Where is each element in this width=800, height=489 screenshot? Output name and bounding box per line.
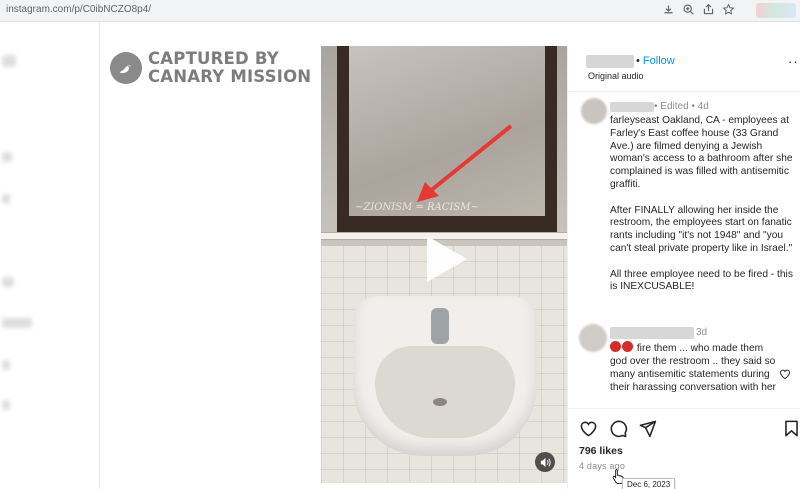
follow-label: Follow <box>642 55 675 67</box>
post-side-panel: • Follow Original audio ··· • Edited • 4… <box>567 46 800 489</box>
date-tooltip: Dec 6, 2023 <box>622 478 676 489</box>
download-icon[interactable] <box>662 3 675 16</box>
sidebar-item-blurred[interactable] <box>2 55 16 67</box>
sidebar-item-blurred[interactable] <box>2 400 10 410</box>
watermark-line-2: CANARY MISSION <box>148 67 312 86</box>
faucet <box>431 308 449 344</box>
comment-bubble-icon[interactable] <box>609 419 628 438</box>
angry-face-emoji-icon <box>610 341 621 352</box>
watermark-line-1: CAPTURED BY <box>148 49 279 68</box>
drain <box>433 398 447 406</box>
sidebar-item-blurred[interactable] <box>2 318 32 328</box>
comment-text: fire them ... who made them god over the… <box>610 343 776 393</box>
red-arrow-annotation <box>417 124 513 202</box>
author-avatar[interactable] <box>581 98 607 124</box>
left-sidebar <box>0 22 100 489</box>
browser-toolbar-icons <box>662 3 735 16</box>
sidebar-item-blurred[interactable] <box>2 277 14 287</box>
caption-paragraph-3: All three employee need to be fired - th… <box>610 268 793 293</box>
like-heart-icon[interactable] <box>579 419 598 438</box>
comment-like-heart-icon[interactable] <box>779 368 791 380</box>
sidebar-item-blurred[interactable] <box>2 152 12 162</box>
save-bookmark-icon[interactable] <box>782 419 800 438</box>
comment-time: 3d <box>696 327 708 338</box>
caption-meta: • Edited • 4d <box>654 101 709 112</box>
more-options-icon[interactable]: ··· <box>788 54 800 69</box>
caption-username-redacted[interactable] <box>610 102 654 112</box>
video-player[interactable]: ~ZIONISM = RACISM~ <box>321 46 567 483</box>
canary-mission-watermark: CAPTURED BY CANARY MISSION <box>110 50 311 86</box>
canary-bird-logo-icon <box>110 52 142 84</box>
browser-profile-avatar[interactable] <box>756 3 796 18</box>
commenter-avatar[interactable] <box>579 324 607 352</box>
browser-address-bar: instagram.com/p/C0ibNCZO8p4/ <box>0 0 800 22</box>
share-paper-plane-icon[interactable] <box>638 419 657 438</box>
sink-basin <box>375 346 515 438</box>
author-username-redacted[interactable] <box>586 55 634 68</box>
likes-count[interactable]: 796 likes <box>579 445 623 457</box>
caption-paragraph-2: After FINALLY allowing her inside the re… <box>610 204 793 254</box>
volume-icon[interactable] <box>535 452 555 472</box>
post-caption: farleyseast Oakland, CA - employees at F… <box>610 115 794 307</box>
post-header: • Follow Original audio ··· <box>568 46 800 92</box>
sidebar-item-blurred[interactable] <box>2 360 10 370</box>
comment-text-container: fire them ... who made them god over the… <box>610 341 780 394</box>
screenshot-root: instagram.com/p/C0ibNCZO8p4/ CAPTURED BY… <box>0 0 800 489</box>
url-text[interactable]: instagram.com/p/C0ibNCZO8p4/ <box>6 4 151 15</box>
post-actions: 796 likes 4 days ago Dec 6, 2023 <box>568 408 800 489</box>
commenter-username-redacted[interactable] <box>610 327 694 339</box>
follow-separator: • <box>636 55 640 67</box>
follow-button[interactable]: • Follow <box>636 55 675 67</box>
angry-face-emoji-icon <box>622 341 633 352</box>
caption-paragraph-1: farleyseast Oakland, CA - employees at F… <box>610 115 793 190</box>
share-icon[interactable] <box>702 3 715 16</box>
original-audio-link[interactable]: Original audio <box>588 71 644 81</box>
watermark-text: CAPTURED BY CANARY MISSION <box>148 50 311 86</box>
zoom-icon[interactable] <box>682 3 695 16</box>
play-icon[interactable] <box>423 234 469 284</box>
sidebar-item-blurred[interactable] <box>2 194 10 204</box>
star-icon[interactable] <box>722 3 735 16</box>
